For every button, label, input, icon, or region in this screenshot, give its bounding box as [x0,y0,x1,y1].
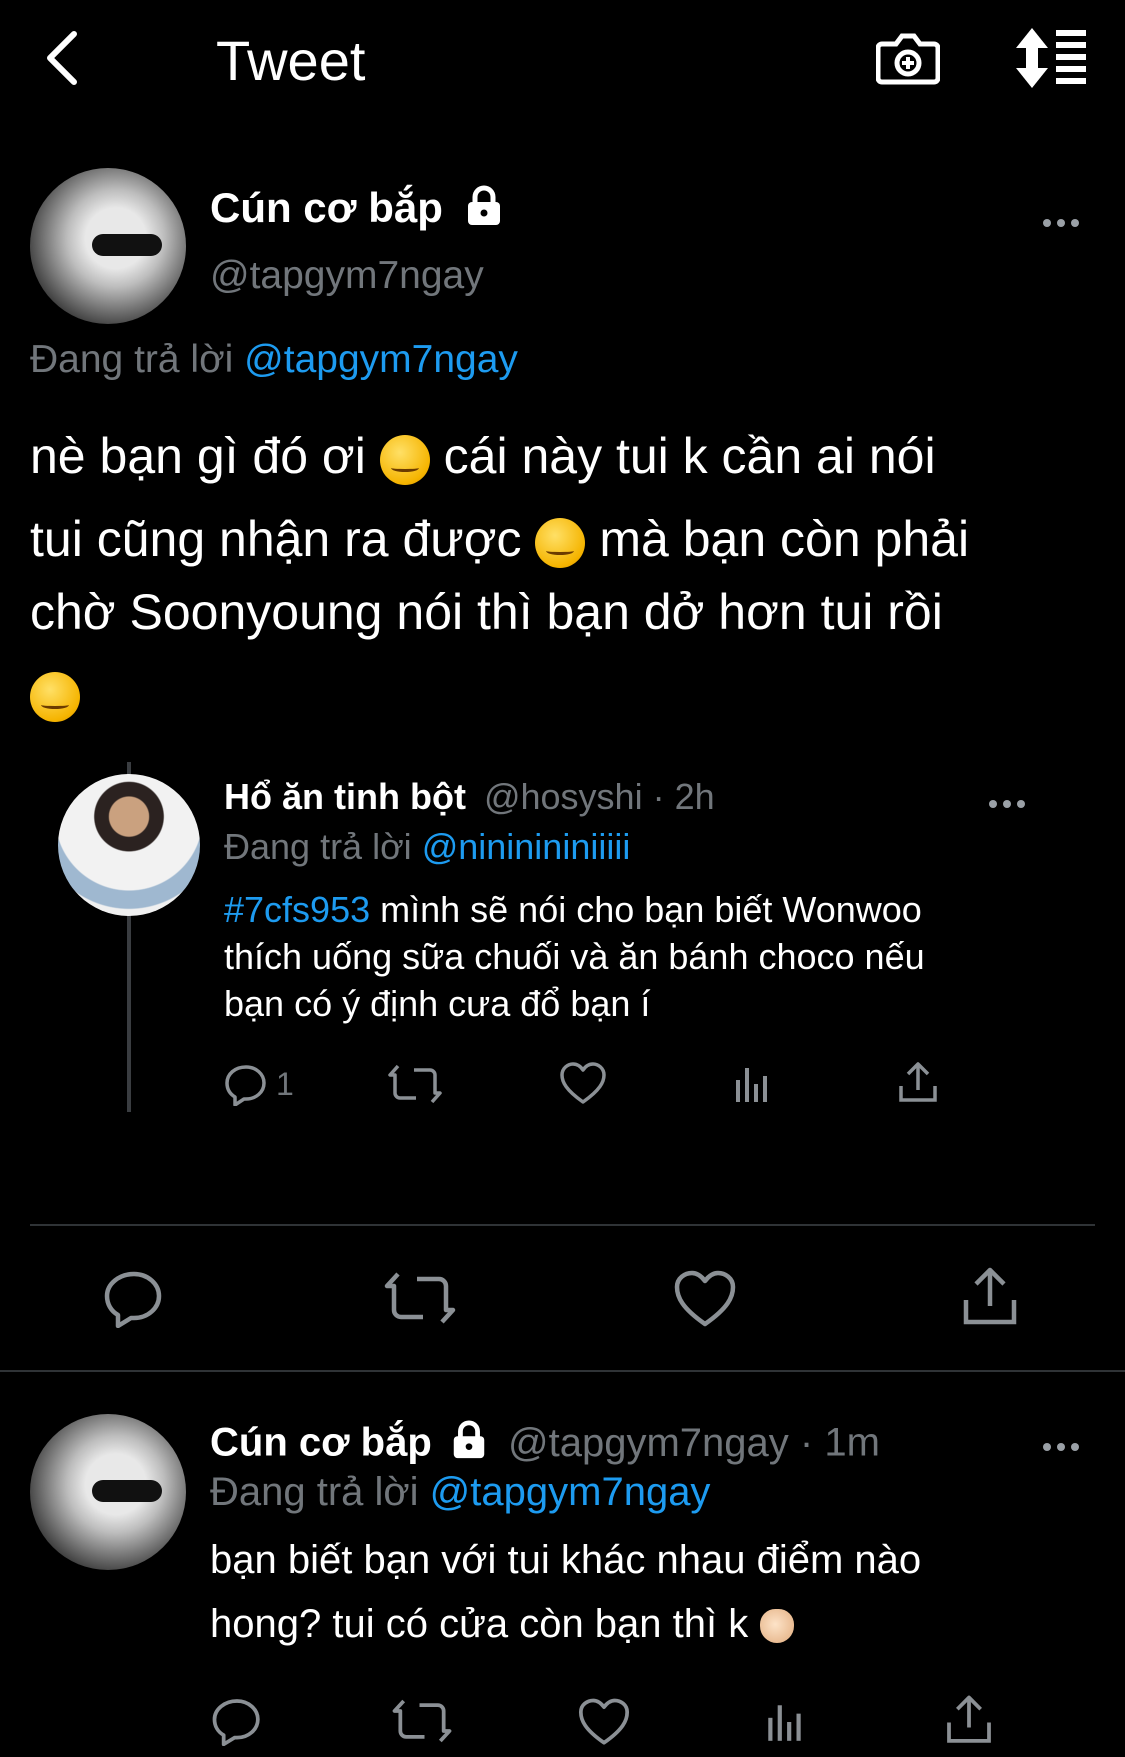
reply-like-button[interactable] [578,1698,630,1751]
quoted-text: #7cfs953 mình sẽ nói cho bạn biết Wonwoo… [224,889,925,1024]
reply-analytics-button[interactable] [762,1698,808,1751]
share-icon [963,1267,1017,1325]
retweet-icon [392,1699,452,1743]
heart-icon [578,1698,630,1745]
analytics-icon [768,1705,801,1741]
replying-to-link[interactable]: @tapgym7ngay [244,338,518,381]
author-name-row[interactable]: Cún cơ bắp [210,184,505,237]
reply-replying-to: Đang trả lời @tapgym7ngay [210,1470,711,1514]
smirk-emoji-icon [535,517,586,568]
heart-icon [674,1270,736,1327]
reply-replying-to-link[interactable]: @tapgym7ngay [430,1470,711,1514]
reply-handle[interactable]: @tapgym7ngay [508,1421,789,1465]
like-button[interactable] [674,1270,736,1333]
reply-retweet-button[interactable] [392,1696,452,1751]
quoted-share-button[interactable] [896,1060,940,1111]
reply-header: Cún cơ bắp @tapgym7ngay · 1m [210,1420,880,1470]
quoted-replying-to: Đang trả lời @nininininiiiii [224,826,631,867]
quoted-retweet-button[interactable] [388,1062,442,1111]
quoted-avatar[interactable] [58,774,200,916]
page-title: Tweet [216,29,366,92]
reply-icon [225,1065,266,1106]
quoted-time: · 2h [652,776,715,817]
analytics-icon [736,1068,767,1102]
quoted-handle[interactable]: @hosyshi [484,776,643,817]
retweet-icon [388,1064,442,1104]
reply-reply-button[interactable] [212,1696,262,1751]
reply-button[interactable] [104,1268,164,1333]
quoted-display-name[interactable]: Hổ ăn tinh bột [224,776,466,817]
quoted-analytics-button[interactable] [730,1062,774,1111]
sort-list-icon[interactable] [1012,26,1092,90]
quoted-replying-to-link[interactable]: @nininininiiiii [422,826,631,867]
avatar[interactable] [30,168,186,324]
share-icon [947,1695,991,1743]
more-options-icon[interactable] [1040,214,1082,232]
divider [30,1224,1095,1226]
lock-icon [449,1420,489,1470]
quoted-more-options-icon[interactable] [986,795,1028,813]
author-handle[interactable]: @tapgym7ngay [210,254,484,298]
retweet-button[interactable] [384,1268,456,1333]
reply-share-button[interactable] [944,1694,994,1751]
reply-avatar[interactable] [30,1414,186,1570]
lock-icon [463,185,505,237]
back-chevron-icon[interactable] [40,28,84,88]
quoted-like-button[interactable] [560,1062,606,1111]
ok-hand-emoji-icon [760,1609,795,1644]
smirk-emoji-icon [30,671,80,722]
author-display-name: Cún cơ bắp [210,184,443,231]
smirk-emoji-icon [379,434,430,485]
reply-text: bạn biết bạn với tui khác nhau điểm nào … [210,1538,922,1646]
reply-more-options-icon[interactable] [1040,1438,1082,1456]
retweet-icon [384,1272,456,1324]
heart-icon [560,1062,606,1104]
share-button[interactable] [960,1266,1020,1333]
reply-count: 1 [276,1065,294,1102]
reply-time: · 1m [799,1420,880,1465]
camera-plus-icon[interactable] [876,26,940,90]
divider [0,1370,1125,1372]
reply-icon [104,1271,162,1329]
reply-display-name[interactable]: Cún cơ bắp [210,1421,432,1465]
quoted-reply-button[interactable]: 1 [224,1062,294,1106]
tweet-detail-screen: Tweet Cún cơ bắp @tapgym7ngay Đang trả l… [0,0,1125,1757]
replying-to: Đang trả lời @tapgym7ngay [30,338,518,381]
quoted-header: Hổ ăn tinh bột @hosyshi · 2h [224,776,715,818]
reply-icon [212,1699,260,1747]
share-icon [899,1062,937,1102]
tweet-text: nè bạn gì đó ơi cái này tui k cần ai nói… [30,420,1100,730]
hashtag-link[interactable]: #7cfs953 [224,889,370,930]
